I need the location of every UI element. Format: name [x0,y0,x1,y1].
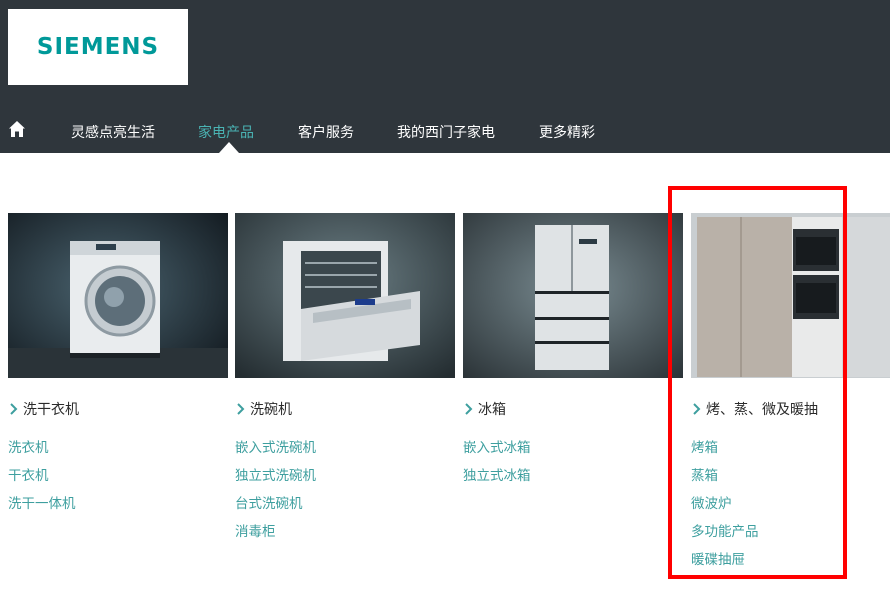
category-title-text: 冰箱 [478,402,506,418]
siemens-logo[interactable]: SIEMENS [8,9,188,85]
chevron-right-icon [237,403,245,415]
category-links-refrigerator: 嵌入式冰箱 独立式冰箱 [463,437,531,493]
link-built-in-fridge[interactable]: 嵌入式冰箱 [463,437,531,465]
link-sterilizer[interactable]: 消毒柜 [235,521,316,549]
link-built-in-dishwasher[interactable]: 嵌入式洗碗机 [235,437,316,465]
link-microwave[interactable]: 微波炉 [691,493,759,521]
category-title-text: 烤、蒸、微及暖抽 [706,402,818,418]
nav-item-more[interactable]: 更多精彩 [539,122,595,142]
refrigerator-image[interactable] [463,213,683,378]
link-washer[interactable]: 洗衣机 [8,437,76,465]
link-dryer[interactable]: 干衣机 [8,465,76,493]
link-steamer[interactable]: 蒸箱 [691,465,759,493]
home-icon[interactable] [8,120,26,138]
category-links-ovens: 烤箱 蒸箱 微波炉 多功能产品 暖碟抽屉 [691,437,759,577]
nav-item-my-siemens[interactable]: 我的西门子家电 [397,122,495,142]
link-warming-drawer[interactable]: 暖碟抽屉 [691,549,759,577]
nav-item-inspiration[interactable]: 灵感点亮生活 [71,122,155,142]
chevron-right-icon [465,403,473,415]
category-title-laundry[interactable]: 洗干衣机 [8,399,79,419]
link-washer-dryer[interactable]: 洗干一体机 [8,493,76,521]
nav-item-products[interactable]: 家电产品 [198,122,254,142]
built-in-oven-image[interactable] [691,213,890,378]
link-freestanding-fridge[interactable]: 独立式冰箱 [463,465,531,493]
main-nav: 灵感点亮生活 家电产品 客户服务 我的西门子家电 更多精彩 [0,112,890,152]
link-multifunction[interactable]: 多功能产品 [691,521,759,549]
category-title-refrigerator[interactable]: 冰箱 [463,399,506,419]
link-oven[interactable]: 烤箱 [691,437,759,465]
washing-machine-image[interactable] [8,213,228,378]
link-freestanding-dishwasher[interactable]: 独立式洗碗机 [235,465,316,493]
nav-item-service[interactable]: 客户服务 [298,122,354,142]
logo-text: SIEMENS [36,34,160,60]
category-links-laundry: 洗衣机 干衣机 洗干一体机 [8,437,76,521]
category-title-dishwasher[interactable]: 洗碗机 [235,399,292,419]
category-title-text: 洗干衣机 [23,402,79,418]
link-countertop-dishwasher[interactable]: 台式洗碗机 [235,493,316,521]
dishwasher-image[interactable] [235,213,455,378]
category-links-dishwasher: 嵌入式洗碗机 独立式洗碗机 台式洗碗机 消毒柜 [235,437,316,549]
active-nav-indicator [219,142,239,153]
chevron-right-icon [693,403,701,415]
category-title-text: 洗碗机 [250,402,292,418]
chevron-right-icon [10,403,18,415]
category-title-ovens[interactable]: 烤、蒸、微及暖抽 [691,399,818,419]
header: SIEMENS 灵感点亮生活 家电产品 客户服务 我的西门子家电 更多精彩 [0,0,890,153]
